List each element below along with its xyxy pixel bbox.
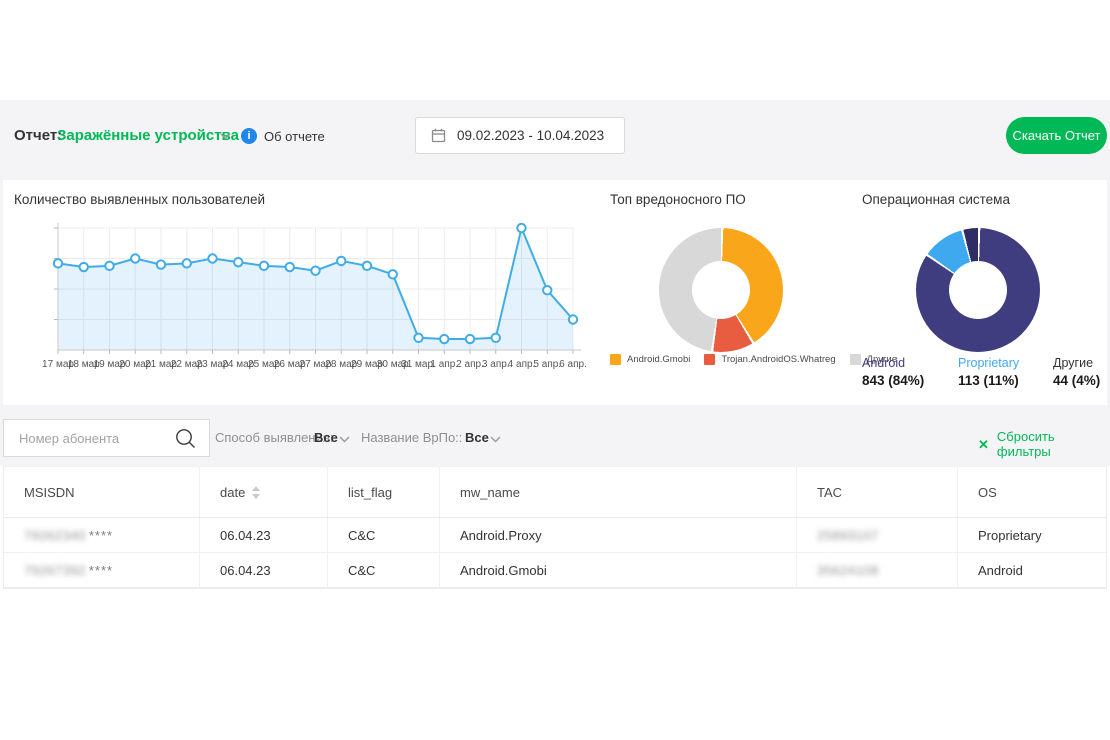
os-stat-value: 843 (84%) [862,373,924,388]
cell-date-value: 06.04.23 [220,528,271,543]
line-chart: 17 мар18 мар19 мар20 мар21 мар22 мар23 м… [8,218,588,388]
sort-icon[interactable] [252,486,260,499]
search-box [3,419,210,457]
cell-list-flag: C&C [328,553,440,587]
cell-msisdn: 79262340**** [4,518,200,552]
os-stat-name: Android [862,356,924,370]
svg-text:6 апр.: 6 апр. [559,359,587,370]
malware-name-select[interactable]: Все [465,430,489,445]
cell-msisdn: 79267392**** [4,553,200,587]
info-icon[interactable]: i [241,128,257,144]
reset-filters-button[interactable]: ✕ Сбросить фильтры [978,429,1110,459]
cell-list-flag-value: C&C [348,563,375,578]
msisdn-mask-suffix: **** [89,528,113,543]
chevron-down-icon[interactable] [339,436,350,443]
legend-swatch [850,354,861,365]
svg-text:3 апр.: 3 апр. [482,359,510,370]
os-stat-name: Другие [1053,356,1100,370]
cell-mw-name-value: Android.Proxy [460,528,542,543]
column-header-label: list_flag [348,485,392,500]
legend-label: Trojan.AndroidOS.Whatreg [721,354,835,365]
legend-swatch [704,354,715,365]
data-table: MSISDN date list_flag mw_name TAC OS 7926234… [3,466,1107,589]
os-stat-name: Proprietary [958,356,1019,370]
date-range-picker[interactable]: 09.02.2023 - 10.04.2023 [415,117,625,154]
cell-os-value: Proprietary [978,528,1042,543]
report-label: Отчет: [14,127,62,144]
masked-msisdn: 79267392 [24,563,86,578]
legend-item: Android.Gmobi [610,354,690,365]
cell-tac: 25893107 [797,518,958,552]
os-stat: Android 843 (84%) [862,356,924,388]
malware-donut-chart [659,228,783,352]
table-row[interactable]: 79262340**** 06.04.23 C&C Android.Proxy 2589… [4,518,1106,553]
reset-filters-label: Сбросить фильтры [997,429,1110,459]
column-header-label: OS [978,485,997,500]
column-header-os[interactable]: OS [958,467,1106,517]
close-icon: ✕ [978,438,989,451]
column-header-date[interactable]: date [200,467,328,517]
os-stat: Другие 44 (4%) [1053,356,1100,388]
chevron-down-icon[interactable] [220,133,231,140]
msisdn-mask-suffix: **** [89,563,113,578]
legend-label: Android.Gmobi [627,354,690,365]
cell-date-value: 06.04.23 [220,563,271,578]
masked-tac: 35624108 [817,563,879,578]
search-icon[interactable] [174,427,197,450]
cell-mw-name: Android.Proxy [440,518,797,552]
cell-os: Proprietary [958,518,1106,552]
legend-swatch [610,354,621,365]
donut-hole [949,261,1007,319]
column-header-label: MSISDN [24,485,75,500]
detection-method-select[interactable]: Все [314,430,338,445]
about-report-link[interactable]: Об отчете [264,129,325,144]
svg-text:1 апр.: 1 апр. [430,359,458,370]
column-header-msisdn[interactable]: MSISDN [4,467,200,517]
dashboard-page: Отчет: Заражённые устройства i Об отчете… [0,0,1110,740]
svg-text:4 апр.: 4 апр. [508,359,536,370]
date-range-value: 09.02.2023 - 10.04.2023 [457,128,604,143]
table-body: 79262340****06.04.23C&CAndroid.Proxy2589… [4,518,1106,588]
column-header-tac[interactable]: TAC [797,467,958,517]
os-stat: Proprietary 113 (11%) [958,356,1019,388]
column-header-mw_name[interactable]: mw_name [440,467,797,517]
donut-hole [692,261,750,319]
os-stat-value: 44 (4%) [1053,373,1100,388]
os-donut-title: Операционная система [862,192,1010,207]
cell-date: 06.04.23 [200,518,328,552]
cell-date: 06.04.23 [200,553,328,587]
masked-tac: 25893107 [817,528,879,543]
charts-card: Количество выявленных пользователей 17 м… [3,180,1107,405]
table-header: MSISDN date list_flag mw_name TAC OS [4,467,1106,518]
cell-tac: 35624108 [797,553,958,587]
malware-name-label: Название ВрПо:: [361,430,462,445]
os-donut-chart [916,228,1040,352]
cell-list-flag-value: C&C [348,528,375,543]
svg-text:2 апр.: 2 апр. [456,359,484,370]
cell-mw-name: Android.Gmobi [440,553,797,587]
column-header-label: mw_name [460,485,520,500]
malware-donut-title: Топ вредоносного ПО [610,192,746,207]
download-report-button[interactable]: Скачать Отчет [1006,117,1107,154]
column-header-label: TAC [817,485,842,500]
table-row[interactable]: 79267392**** 06.04.23 C&C Android.Gmobi 3562… [4,553,1106,588]
line-chart-title: Количество выявленных пользователей [14,192,265,207]
os-stat-value: 113 (11%) [958,373,1019,388]
masked-msisdn: 79262340 [24,528,86,543]
cell-os-value: Android [978,563,1023,578]
column-header-label: date [220,485,245,500]
chevron-down-icon[interactable] [490,436,501,443]
report-selector[interactable]: Заражённые устройства [57,127,239,144]
svg-text:5 апр.: 5 апр. [533,359,561,370]
calendar-icon [431,128,446,143]
cell-os: Android [958,553,1106,587]
cell-mw-name-value: Android.Gmobi [460,563,547,578]
cell-list-flag: C&C [328,518,440,552]
column-header-list_flag[interactable]: list_flag [328,467,440,517]
legend-item: Trojan.AndroidOS.Whatreg [704,354,835,365]
